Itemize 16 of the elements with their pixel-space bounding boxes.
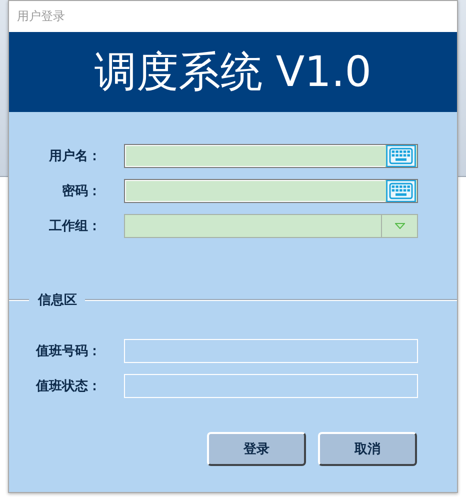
dialog-button[interactable]: 登录 (207, 432, 306, 466)
field-label: 值班状态： (34, 378, 101, 395)
banner-title: 调度系统 V1.0 (94, 51, 372, 93)
field-label: 密码： (61, 182, 101, 200)
field-label: 工作组： (48, 218, 101, 235)
dropdown-field[interactable] (124, 214, 418, 238)
field-label: 值班号码： (34, 343, 101, 360)
dialog-button[interactable]: 取消 (318, 432, 417, 466)
keyboard-icon[interactable] (385, 145, 417, 167)
window-title: 用户登录 (17, 8, 65, 25)
caret-icon (394, 223, 404, 229)
input-field[interactable] (124, 179, 418, 203)
input-field[interactable] (124, 144, 418, 168)
field-label: 用户名： (48, 148, 101, 165)
section-title: 信息区 (36, 292, 78, 309)
keyboard-icon[interactable] (385, 180, 417, 202)
